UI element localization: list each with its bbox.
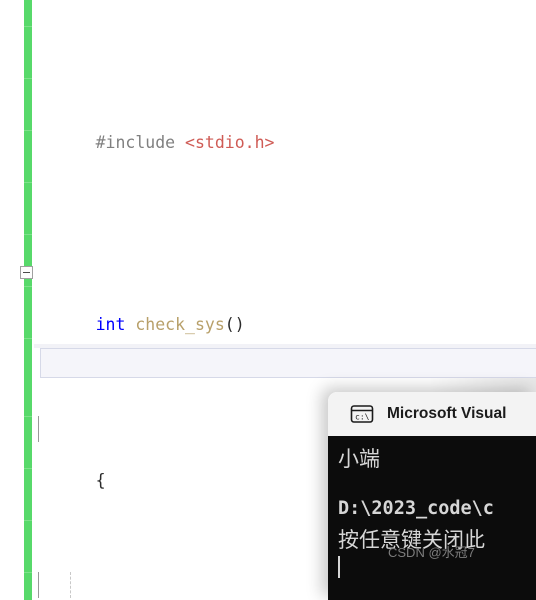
svg-text:c:\: c:\ — [355, 413, 370, 422]
token-include-file: <stdio.h> — [185, 133, 275, 152]
scope-guide — [38, 572, 39, 598]
watermark: CSDN @水冠7 — [388, 545, 475, 560]
indent-guide — [70, 572, 71, 598]
code-line[interactable]: int check_sys() — [0, 260, 536, 334]
token-brace-open: { — [95, 471, 106, 490]
code-line[interactable]: #include <stdio.h> — [0, 104, 536, 152]
console-caret — [338, 556, 340, 578]
region-separator — [40, 348, 536, 378]
token-keyword-int: int — [95, 315, 126, 334]
token-preprocessor: #include — [95, 133, 176, 152]
fold-marker-check-sys[interactable] — [20, 266, 33, 279]
token-function-check-sys: check_sys — [135, 315, 225, 334]
command-prompt-icon: c:\ — [350, 404, 374, 424]
scope-guide — [38, 416, 39, 442]
console-titlebar[interactable]: c:\ Microsoft Visual — [328, 392, 536, 436]
console-output-line: D:\2023_code\c — [338, 498, 494, 519]
console-title: Microsoft Visual — [387, 405, 507, 422]
console-output-line: 小端 — [338, 447, 380, 471]
console-output[interactable]: 小端 D:\2023_code\c 按任意键关闭此 CSDN @水冠7 — [328, 436, 536, 600]
console-window[interactable]: c:\ Microsoft Visual 小端 D:\2023_code\c 按… — [328, 392, 536, 600]
